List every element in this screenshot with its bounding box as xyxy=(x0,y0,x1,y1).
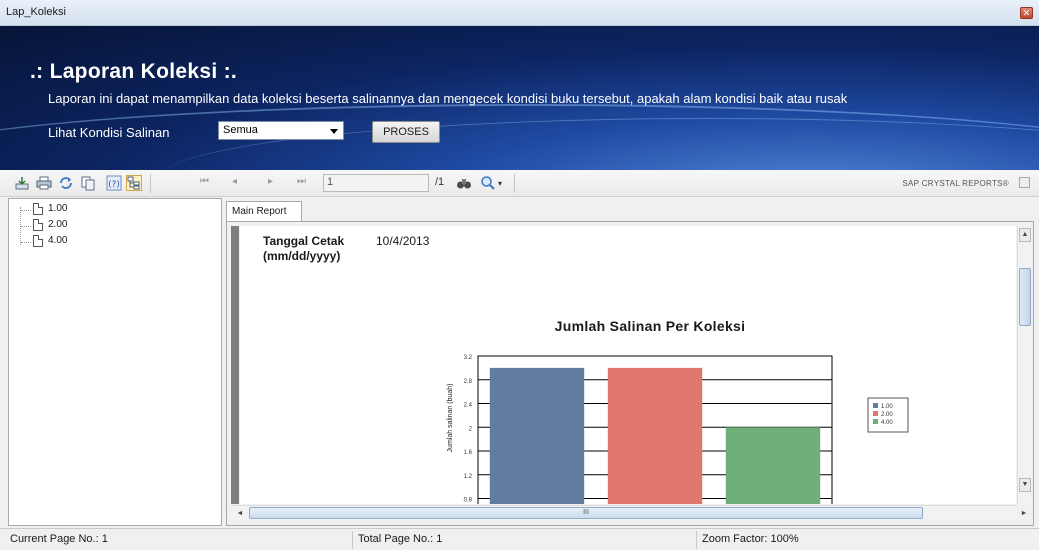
find-icon[interactable] xyxy=(456,175,472,191)
next-page-icon[interactable]: ▸ xyxy=(268,176,273,187)
legend-swatch xyxy=(873,411,878,416)
scroll-down-button[interactable]: ▼ xyxy=(1019,478,1031,492)
condition-select-value: Semua xyxy=(223,124,258,136)
print-date-value: 10/4/2013 xyxy=(376,234,430,248)
total-page-status: Total Page No.: 1 xyxy=(358,533,443,545)
tree-connector xyxy=(21,242,31,243)
process-button[interactable]: PROSES xyxy=(372,121,440,143)
chevron-down-icon xyxy=(330,129,338,134)
title-text: Laporan Koleksi xyxy=(49,60,218,83)
title-prefix: .: xyxy=(30,60,44,83)
report-toolbar: (?) ⏮ ◂ ▸ ⏭ 1 /1 ▾ SAP CRYSTAL REPORTS® xyxy=(0,170,1039,197)
header-banner: .: Laporan Koleksi :. Laporan ini dapat … xyxy=(0,26,1039,170)
tree-item-label: 4.00 xyxy=(48,235,68,246)
bar-chart: 3.22.82.421.61.20.80.4Jumlah salinan (bu… xyxy=(447,355,909,504)
page-total: /1 xyxy=(435,176,445,188)
legend-swatch xyxy=(873,403,878,408)
document-icon xyxy=(33,219,43,231)
page-number-input[interactable]: 1 xyxy=(323,174,429,192)
status-divider xyxy=(352,531,353,549)
svg-text:(?): (?) xyxy=(108,180,120,190)
scroll-up-button[interactable]: ▲ xyxy=(1019,228,1031,242)
chart-title: Jumlah Salinan Per Koleksi xyxy=(554,318,746,334)
tree-item-label: 2.00 xyxy=(48,219,68,230)
print-date-label-line1: Tanggal Cetak xyxy=(263,234,345,248)
print-date-label-line2: (mm/dd/yyyy) xyxy=(263,249,341,263)
legend-label: 2.00 xyxy=(881,412,893,418)
y-tick-label: 0.8 xyxy=(464,498,473,504)
previous-page-icon[interactable]: ◂ xyxy=(232,176,237,187)
y-tick-label: 1.6 xyxy=(464,450,473,456)
legend-swatch xyxy=(873,419,878,424)
refresh-icon[interactable] xyxy=(58,175,74,191)
y-tick-label: 2 xyxy=(469,426,473,432)
legend-label: 1.00 xyxy=(881,404,893,410)
close-panel-icon[interactable] xyxy=(1019,177,1030,188)
zoom-dropdown-icon[interactable]: ▾ xyxy=(498,179,502,188)
bar xyxy=(489,367,585,504)
help-icon[interactable]: (?) xyxy=(106,175,122,191)
page-margin-bar xyxy=(231,226,239,504)
first-page-icon[interactable]: ⏮ xyxy=(200,176,209,187)
tree-connector xyxy=(21,226,31,227)
title-bar: Lap_Koleksi ✕ xyxy=(0,0,1039,26)
condition-label: Lihat Kondisi Salinan xyxy=(48,125,170,140)
y-tick-label: 3.2 xyxy=(464,355,473,361)
horizontal-scrollbar[interactable]: ◄ III ► xyxy=(231,505,1027,520)
tree-item-label: 1.00 xyxy=(48,203,68,214)
toolbar-separator xyxy=(150,174,151,193)
bar xyxy=(725,427,821,504)
print-icon[interactable] xyxy=(36,175,52,191)
scroll-left-button[interactable]: ◄ xyxy=(233,508,247,519)
page-title: .: Laporan Koleksi :. xyxy=(30,60,237,84)
scroll-right-button[interactable]: ► xyxy=(1017,508,1031,519)
zoom-icon[interactable] xyxy=(480,175,496,191)
toolbar-separator xyxy=(514,174,515,193)
group-tree-icon[interactable] xyxy=(126,175,142,191)
document-icon xyxy=(33,235,43,247)
tree-connector xyxy=(21,210,31,211)
title-suffix: :. xyxy=(223,60,238,83)
status-divider xyxy=(696,531,697,549)
y-axis-label: Jumlah salinan (buah) xyxy=(447,384,454,453)
legend-label: 4.00 xyxy=(881,420,893,426)
y-tick-label: 2.4 xyxy=(464,403,473,409)
zoom-status: Zoom Factor: 100% xyxy=(702,533,799,545)
tab-main-report[interactable]: Main Report xyxy=(226,201,302,222)
y-tick-label: 1.2 xyxy=(464,474,473,480)
last-page-icon[interactable]: ⏭ xyxy=(297,176,306,187)
sap-crystal-logo: SAP CRYSTAL REPORTS® xyxy=(902,179,1009,188)
document-icon xyxy=(33,203,43,215)
vertical-scroll-thumb[interactable] xyxy=(1019,268,1031,326)
group-tree-panel: 1.00 2.00 4.00 xyxy=(8,198,222,526)
horizontal-scroll-thumb[interactable]: III xyxy=(249,507,923,519)
copy-icon[interactable] xyxy=(80,175,96,191)
report-page: Tanggal Cetak (mm/dd/yyyy) 10/4/2013 Jum… xyxy=(240,226,1016,504)
page-description: Laporan ini dapat menampilkan data kolek… xyxy=(48,91,848,106)
y-tick-label: 2.8 xyxy=(464,379,473,385)
export-icon[interactable] xyxy=(14,175,30,191)
print-date-label: Tanggal Cetak (mm/dd/yyyy) xyxy=(263,234,344,264)
condition-select[interactable]: Semua xyxy=(218,121,344,140)
current-page-status: Current Page No.: 1 xyxy=(10,533,108,545)
app-window: Lap_Koleksi ✕ .: Laporan Koleksi :. Lapo… xyxy=(0,0,1039,550)
vertical-scrollbar[interactable]: ▲ ▼ xyxy=(1017,226,1032,504)
bar xyxy=(607,367,703,504)
report-viewer: Tanggal Cetak (mm/dd/yyyy) 10/4/2013 Jum… xyxy=(226,221,1034,526)
status-bar: Current Page No.: 1 Total Page No.: 1 Zo… xyxy=(0,528,1039,550)
window-title: Lap_Koleksi xyxy=(6,6,66,18)
close-icon[interactable]: ✕ xyxy=(1020,7,1033,19)
